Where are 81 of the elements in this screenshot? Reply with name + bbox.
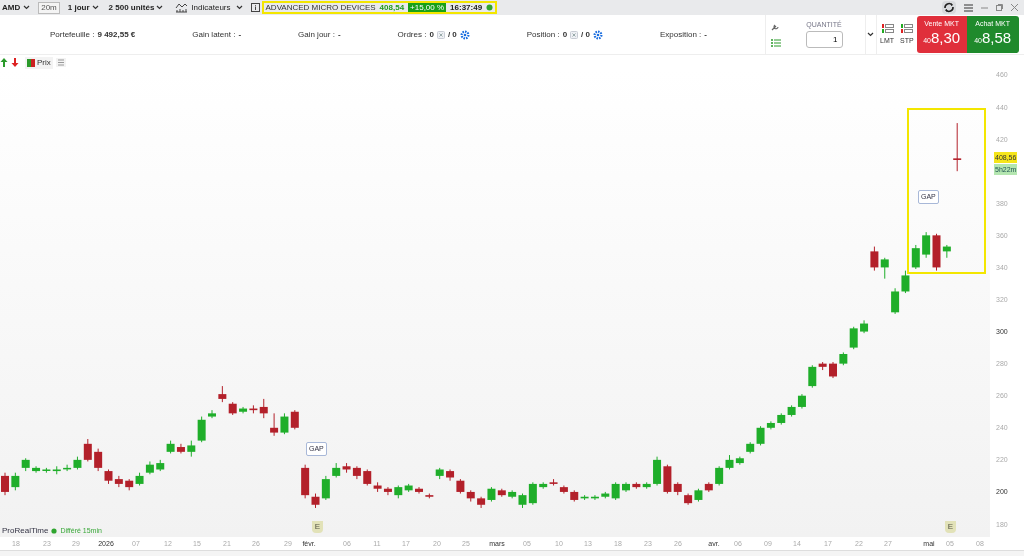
candlestick bbox=[270, 412, 279, 437]
stat-value: - bbox=[337, 28, 341, 41]
candlestick bbox=[114, 475, 123, 488]
event-marker[interactable]: E bbox=[312, 521, 323, 533]
candlestick bbox=[383, 486, 392, 496]
chart-indicator-icon[interactable] bbox=[175, 2, 189, 13]
period-dropdown[interactable]: 1 jour bbox=[67, 1, 99, 14]
settings-icon[interactable] bbox=[459, 29, 470, 40]
candlestick bbox=[239, 406, 248, 414]
stat-value: 0 bbox=[429, 28, 434, 41]
price-style-button[interactable]: Prix bbox=[25, 56, 53, 69]
status-icon bbox=[486, 4, 494, 11]
close-icon[interactable] bbox=[436, 30, 445, 39]
candlestick bbox=[849, 326, 858, 350]
ticker-price: 408,54 bbox=[379, 1, 405, 14]
indicators-dropdown[interactable]: Indicateurs bbox=[191, 1, 243, 14]
caret-icon bbox=[867, 32, 874, 37]
ticker-change: +15,00 % bbox=[408, 3, 447, 12]
brand-label: ProRealTime bbox=[2, 525, 49, 537]
candlestick bbox=[321, 475, 330, 501]
candlestick bbox=[528, 481, 537, 506]
stat-total: / 0 bbox=[447, 28, 457, 41]
restore-icon[interactable] bbox=[996, 4, 1003, 11]
caret-icon bbox=[156, 5, 164, 10]
candlestick bbox=[870, 246, 879, 272]
stat-total: / 0 bbox=[581, 28, 590, 41]
candlestick bbox=[715, 465, 724, 487]
candlestick bbox=[83, 438, 92, 462]
info-icon[interactable] bbox=[250, 3, 260, 12]
menu-icon[interactable] bbox=[964, 3, 973, 12]
status-icon bbox=[51, 528, 58, 534]
candle-style-icon bbox=[27, 58, 35, 67]
quantity-field[interactable]: 1 bbox=[805, 31, 843, 48]
wrench-icon[interactable] bbox=[771, 22, 780, 31]
sync-icon[interactable] bbox=[942, 1, 956, 14]
candlestick bbox=[280, 412, 289, 435]
candlestick bbox=[880, 257, 889, 280]
stat-label: Gain latent : bbox=[192, 28, 236, 41]
list-icon[interactable] bbox=[55, 58, 66, 67]
close-icon[interactable] bbox=[1011, 4, 1018, 11]
stop-order-icon bbox=[900, 22, 914, 34]
close-icon[interactable] bbox=[570, 30, 579, 39]
limit-order-icon bbox=[880, 22, 894, 34]
symbol-dropdown[interactable]: AMD bbox=[2, 1, 31, 14]
caret-icon bbox=[91, 5, 99, 10]
stat-label: Exposition : bbox=[659, 28, 702, 41]
stat-value: - bbox=[238, 28, 242, 41]
event-marker[interactable]: E bbox=[945, 521, 956, 533]
stat-label: Portefeuille : bbox=[50, 28, 95, 41]
list-icon[interactable] bbox=[770, 38, 781, 47]
candlestick bbox=[208, 409, 216, 419]
candlestick bbox=[415, 486, 423, 495]
candlestick bbox=[446, 468, 455, 482]
candlestick bbox=[922, 231, 931, 259]
stat-label: Ordres : bbox=[397, 28, 427, 41]
arrow-down-icon[interactable] bbox=[11, 58, 19, 67]
candlestick bbox=[808, 364, 817, 389]
candlestick bbox=[901, 270, 910, 294]
candlestick bbox=[290, 409, 299, 430]
quantity-dropdown[interactable]: 2 500 unités bbox=[108, 1, 164, 14]
candlestick bbox=[32, 465, 41, 474]
ticker-name: ADVANCED MICRO DEVICES bbox=[265, 1, 376, 14]
stat-value: - bbox=[704, 28, 707, 41]
candlestick bbox=[953, 122, 962, 172]
candlestick bbox=[756, 425, 765, 446]
candlestick bbox=[259, 398, 268, 419]
timeframe-button[interactable]: 20m bbox=[38, 1, 60, 14]
candlestick bbox=[94, 448, 103, 472]
candlestick bbox=[197, 416, 206, 443]
settings-icon[interactable] bbox=[593, 29, 603, 40]
ticker-time: 16:37:49 bbox=[450, 1, 483, 14]
stat-value: 0 bbox=[562, 28, 568, 41]
stat-label: Gain jour : bbox=[298, 28, 335, 41]
caret-icon bbox=[235, 5, 243, 10]
candlestick bbox=[891, 287, 900, 315]
stat-value: 9 492,55 € bbox=[97, 28, 136, 41]
arrow-up-icon[interactable] bbox=[0, 58, 8, 67]
candlestick bbox=[1, 472, 9, 496]
caret-icon bbox=[23, 5, 31, 10]
stat-label: Position : bbox=[526, 28, 560, 41]
candlestick bbox=[911, 244, 920, 270]
